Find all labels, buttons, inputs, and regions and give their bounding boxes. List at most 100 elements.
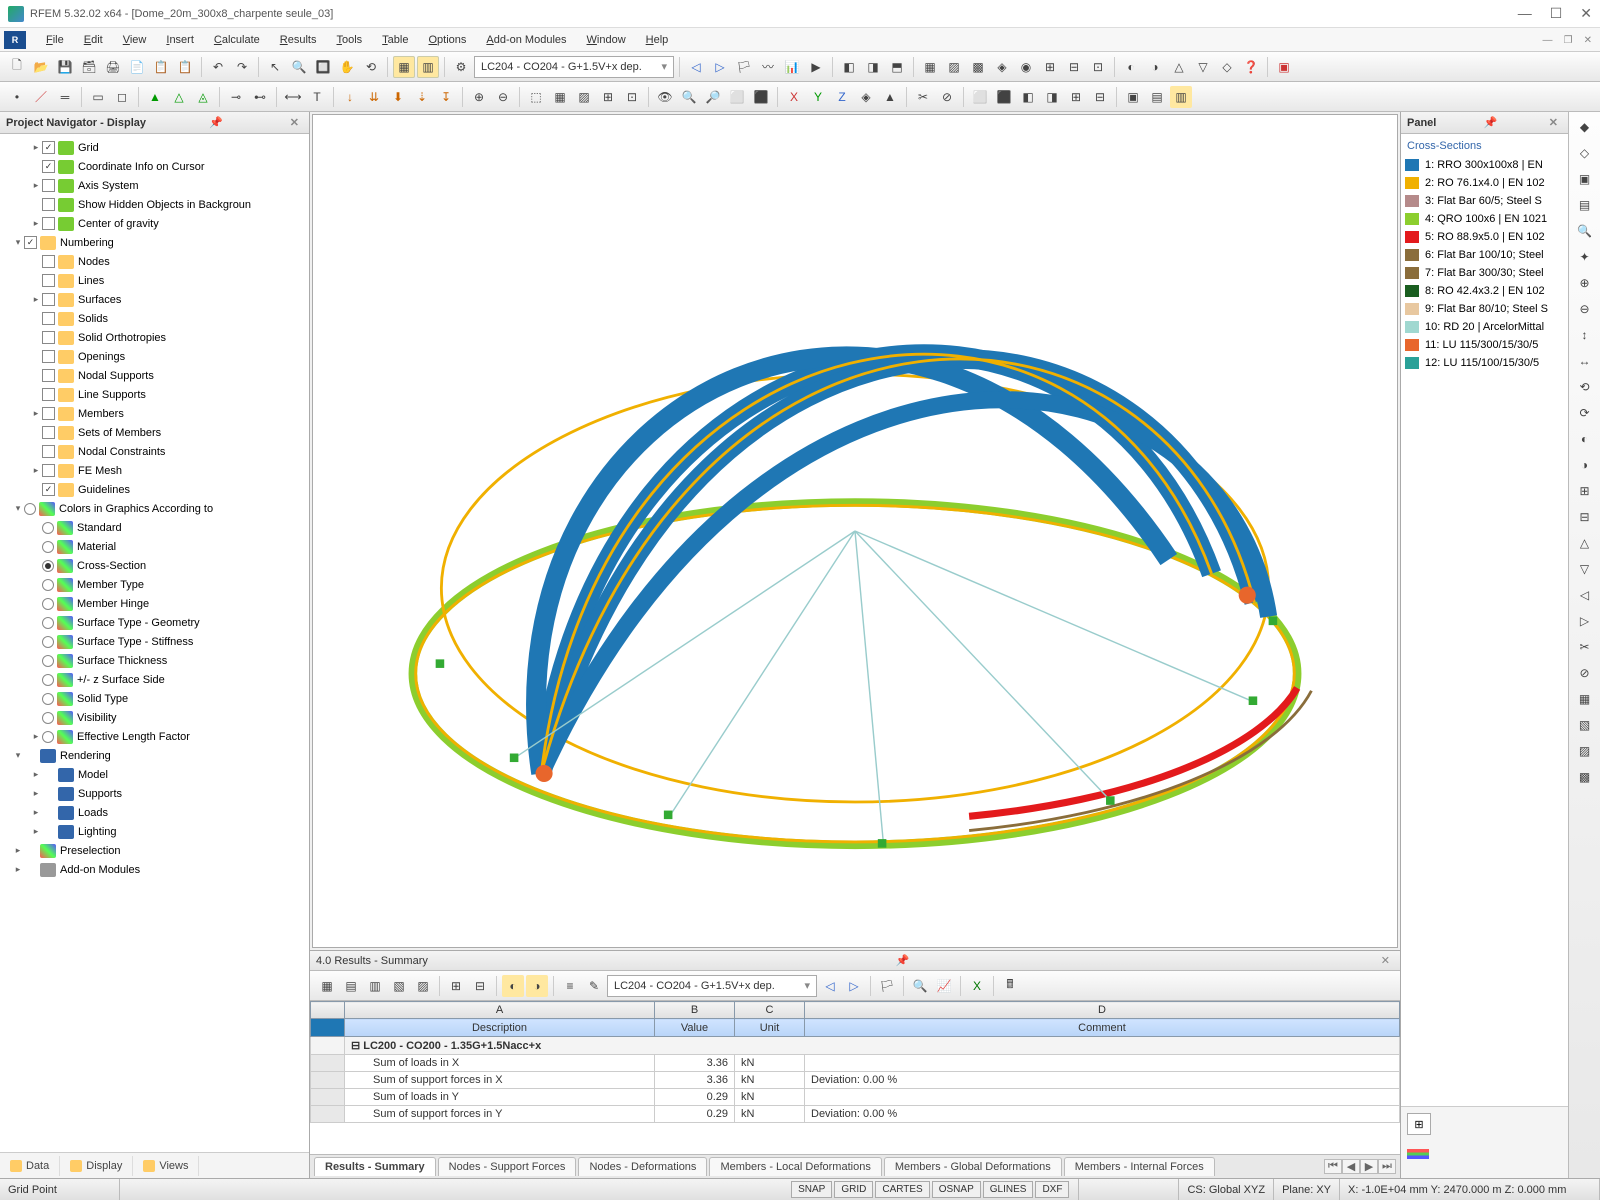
tree-item[interactable]: Solid Type <box>0 689 309 708</box>
excel-icon[interactable]: X <box>966 975 988 997</box>
next-lc-icon[interactable]: ▷ <box>709 56 731 78</box>
gen2-icon[interactable]: ▦ <box>549 86 571 108</box>
res-next-icon[interactable]: ▷ <box>843 975 865 997</box>
tree-item[interactable]: ▾✓Numbering <box>0 233 309 252</box>
clip-icon[interactable]: ✂ <box>912 86 934 108</box>
printpreview-icon[interactable]: 📄 <box>126 56 148 78</box>
tree-item[interactable]: Sets of Members <box>0 423 309 442</box>
ld5-icon[interactable]: ↧ <box>435 86 457 108</box>
results-tab[interactable]: Members - Local Deformations <box>709 1157 881 1176</box>
rt3-icon[interactable]: ▥ <box>364 975 386 997</box>
release-icon[interactable]: ⊷ <box>249 86 271 108</box>
viewport-3d[interactable] <box>312 114 1398 948</box>
res-prev-icon[interactable]: ◁ <box>819 975 841 997</box>
tree-item[interactable]: ▸Surfaces <box>0 290 309 309</box>
side-icon-6[interactable]: ⊕ <box>1574 272 1596 294</box>
persp-icon[interactable]: ▲ <box>879 86 901 108</box>
legend-item[interactable]: 11: LU 115/300/15/30/5 <box>1405 336 1564 354</box>
sup2-icon[interactable]: △ <box>168 86 190 108</box>
tab-nav-icon[interactable]: ⏭ <box>1378 1159 1396 1174</box>
tree-item[interactable]: Member Hinge <box>0 594 309 613</box>
text-icon[interactable]: T <box>306 86 328 108</box>
surf-icon[interactable]: ▭ <box>87 86 109 108</box>
tree-item[interactable]: Surface Type - Stiffness <box>0 632 309 651</box>
loadcase-combo[interactable]: LC204 - CO204 - G+1.5V+x dep. <box>474 56 674 78</box>
side-icon-10[interactable]: ⟲ <box>1574 376 1596 398</box>
side-icon-22[interactable]: ▦ <box>1574 688 1596 710</box>
tree-item[interactable]: ▸FE Mesh <box>0 461 309 480</box>
snap-snap[interactable]: SNAP <box>791 1181 832 1198</box>
calc2-icon[interactable]: 🖩 <box>999 975 1021 997</box>
mdi-close[interactable]: ✕ <box>1580 35 1596 46</box>
legend-item[interactable]: 3: Flat Bar 60/5; Steel S <box>1405 192 1564 210</box>
tree-item[interactable]: Cross-Section <box>0 556 309 575</box>
tb-a-icon[interactable]: ◧ <box>838 56 860 78</box>
nav-tab-views[interactable]: Views <box>133 1156 199 1176</box>
nav-tab-data[interactable]: Data <box>0 1156 60 1176</box>
nav-tab-display[interactable]: Display <box>60 1156 133 1176</box>
side-icon-20[interactable]: ✂ <box>1574 636 1596 658</box>
side-icon-25[interactable]: ▩ <box>1574 766 1596 788</box>
tree-item[interactable]: ✓Coordinate Info on Cursor <box>0 157 309 176</box>
legend-item[interactable]: 8: RO 42.4x3.2 | EN 102 <box>1405 282 1564 300</box>
tree-item[interactable]: ▸Preselection <box>0 841 309 860</box>
tree-item[interactable]: Nodal Constraints <box>0 442 309 461</box>
side-icon-0[interactable]: ◆ <box>1574 116 1596 138</box>
menu-add-on-modules[interactable]: Add-on Modules <box>476 31 576 49</box>
sup3-icon[interactable]: ◬ <box>192 86 214 108</box>
tab-nav-icon[interactable]: ▶ <box>1360 1159 1378 1174</box>
color-bars-icon[interactable] <box>1407 1149 1429 1159</box>
close-button[interactable]: ✕ <box>1580 5 1592 22</box>
tab-nav-icon[interactable]: ⏮ <box>1324 1159 1342 1174</box>
sec-icon[interactable]: ⊘ <box>936 86 958 108</box>
rt2-icon[interactable]: ▤ <box>340 975 362 997</box>
zoom-icon[interactable]: 🔍 <box>288 56 310 78</box>
side-icon-21[interactable]: ⊘ <box>1574 662 1596 684</box>
rotate-icon[interactable]: ⟲ <box>360 56 382 78</box>
side-icon-16[interactable]: △ <box>1574 532 1596 554</box>
side-icon-14[interactable]: ⊞ <box>1574 480 1596 502</box>
tree-item[interactable]: Visibility <box>0 708 309 727</box>
results-on-icon[interactable]: 🏳 <box>733 56 755 78</box>
diagram-icon[interactable]: 📊 <box>781 56 803 78</box>
results-tab[interactable]: Members - Internal Forces <box>1064 1157 1215 1176</box>
tb-b-icon[interactable]: ◨ <box>862 56 884 78</box>
tree-item[interactable]: ▸Loads <box>0 803 309 822</box>
open-icon[interactable]: 📂 <box>30 56 52 78</box>
legend-item[interactable]: 1: RRO 300x100x8 | EN <box>1405 156 1564 174</box>
legend-item[interactable]: 12: LU 115/100/15/30/5 <box>1405 354 1564 372</box>
ld4-icon[interactable]: ⇣ <box>411 86 433 108</box>
rt4-icon[interactable]: ▧ <box>388 975 410 997</box>
side-icon-5[interactable]: ✦ <box>1574 246 1596 268</box>
tree-item[interactable]: ▸Effective Length Factor <box>0 727 309 746</box>
tree-item[interactable]: ▸Center of gravity <box>0 214 309 233</box>
tb-d-icon[interactable]: ▦ <box>919 56 941 78</box>
side-icon-17[interactable]: ▽ <box>1574 558 1596 580</box>
gen3-icon[interactable]: ▨ <box>573 86 595 108</box>
tree-item[interactable]: Solids <box>0 309 309 328</box>
menu-view[interactable]: View <box>113 31 157 49</box>
view1-icon[interactable]: ▦ <box>393 56 415 78</box>
results-tab[interactable]: Nodes - Support Forces <box>438 1157 577 1176</box>
save-icon[interactable]: 💾 <box>54 56 76 78</box>
zoomwin-icon[interactable]: 🔲 <box>312 56 334 78</box>
side-icon-3[interactable]: ▤ <box>1574 194 1596 216</box>
rt1-icon[interactable]: ▦ <box>316 975 338 997</box>
member-icon[interactable]: ═ <box>54 86 76 108</box>
menu-file[interactable]: File <box>36 31 74 49</box>
ld2-icon[interactable]: ⇊ <box>363 86 385 108</box>
legend-item[interactable]: 9: Flat Bar 80/10; Steel S <box>1405 300 1564 318</box>
gen5-icon[interactable]: ⊡ <box>621 86 643 108</box>
tree-item[interactable]: Nodal Supports <box>0 366 309 385</box>
tree-item[interactable]: ▾Colors in Graphics According to <box>0 499 309 518</box>
tb-n-icon[interactable]: △ <box>1168 56 1190 78</box>
w5-icon[interactable]: ⊞ <box>1065 86 1087 108</box>
menu-tools[interactable]: Tools <box>326 31 372 49</box>
tree-item[interactable]: ▸Axis System <box>0 176 309 195</box>
maximize-button[interactable]: ☐ <box>1550 5 1563 22</box>
side-icon-23[interactable]: ▧ <box>1574 714 1596 736</box>
res-graph-icon[interactable]: 📈 <box>933 975 955 997</box>
side-icon-9[interactable]: ↔ <box>1574 350 1596 372</box>
snap-osnap[interactable]: OSNAP <box>932 1181 981 1198</box>
tree-item[interactable]: Standard <box>0 518 309 537</box>
